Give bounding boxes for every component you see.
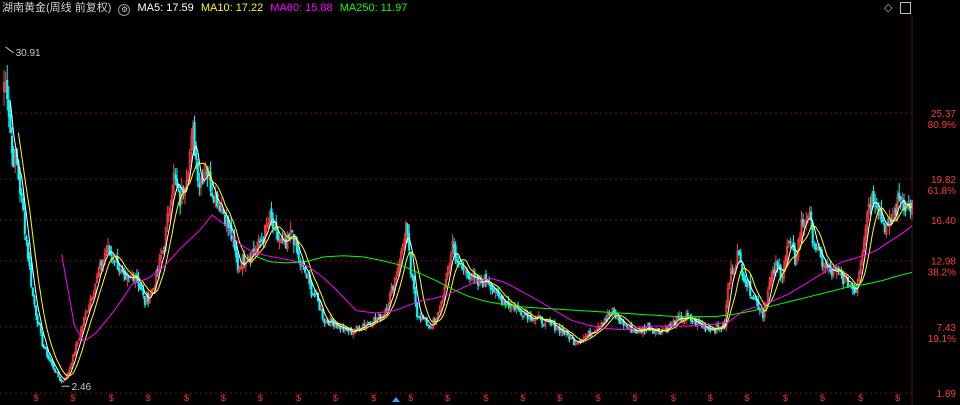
candle-body	[414, 290, 417, 304]
dividend-marker: $	[34, 393, 39, 403]
candle-body	[47, 355, 50, 359]
candle-body	[31, 287, 34, 296]
candle-body	[20, 193, 23, 196]
dividend-marker: $	[783, 393, 788, 403]
candle-body	[30, 264, 33, 287]
candle-body	[195, 152, 198, 160]
candle-body	[427, 324, 430, 327]
candle-body	[6, 80, 9, 100]
candle-body	[821, 256, 824, 267]
y-pct-label: 19.1%	[928, 334, 956, 345]
y-tick-label: 16.40	[931, 216, 956, 227]
y-tick-label: 25.37	[931, 109, 956, 120]
dividend-marker: $	[520, 393, 525, 403]
dividend-marker: $	[708, 393, 713, 403]
y-tick-label: 7.43	[937, 323, 957, 334]
dividend-marker: $	[671, 393, 676, 403]
candlestick-chart[interactable]: 25.3780.9%19.8261.8%16.4012.9838.2%7.431…	[0, 0, 960, 405]
event-marker	[392, 397, 400, 402]
annotation-pointer	[5, 46, 14, 54]
candle-body	[409, 252, 412, 275]
dividend-marker: $	[632, 393, 637, 403]
dividend-marker: $	[408, 393, 413, 403]
dividend-marker: $	[820, 393, 825, 403]
candle-body	[904, 208, 907, 212]
candle-body	[520, 311, 523, 316]
candle-body	[34, 305, 38, 316]
candle-body	[41, 333, 44, 347]
candle-body	[50, 360, 54, 365]
dividend-marker: $	[371, 393, 376, 403]
y-pct-label: 38.2%	[928, 268, 956, 279]
candle-body	[326, 320, 329, 323]
annotation-label: 2.46	[72, 382, 92, 393]
candle-body	[717, 325, 720, 327]
candle-body	[601, 322, 604, 325]
dividend-marker: $	[557, 393, 562, 403]
ma250-line	[256, 255, 913, 318]
dividend-marker: $	[745, 393, 750, 403]
y-tick-label: 19.82	[931, 175, 956, 186]
candle-body	[297, 251, 300, 259]
candle-body	[454, 245, 457, 261]
dividend-marker: $	[146, 393, 151, 403]
candle-body	[459, 262, 462, 265]
candle-body	[368, 321, 371, 324]
candle-body	[291, 230, 294, 232]
candle-body	[33, 295, 36, 305]
y-tick-label: 1.89	[937, 389, 957, 400]
candle-body	[310, 282, 313, 296]
candle-body	[209, 171, 212, 191]
dividend-marker: $	[333, 393, 338, 403]
candle-body	[276, 231, 279, 241]
candle-body	[304, 266, 307, 273]
dividend-marker: $	[895, 393, 900, 403]
candle-body	[416, 302, 419, 318]
candle-body	[605, 318, 608, 320]
candle-body	[110, 252, 113, 256]
y-pct-label: 61.8%	[928, 186, 956, 197]
candle-body	[875, 205, 878, 208]
candle-body	[758, 309, 761, 311]
dividend-marker: $	[184, 393, 189, 403]
dividend-marker: $	[484, 393, 489, 403]
candle-body	[175, 178, 179, 186]
dividend-marker: $	[445, 393, 450, 403]
annotation-label: 30.91	[16, 48, 41, 59]
dividend-marker: $	[258, 393, 263, 403]
candle-body	[625, 324, 628, 327]
ma5-line	[9, 102, 913, 381]
candle-body	[872, 191, 875, 204]
candle-body	[882, 219, 885, 222]
candle-body	[28, 256, 31, 267]
dividend-marker: $	[70, 393, 75, 403]
ma10-line	[17, 132, 913, 377]
candle-body	[7, 99, 10, 117]
candle-body	[412, 275, 416, 290]
candle-body	[211, 192, 214, 197]
dividend-marker: $	[109, 393, 114, 403]
dividend-marker: $	[221, 393, 226, 403]
candle-body	[22, 197, 25, 211]
candle-body	[789, 240, 792, 244]
candle-body	[270, 208, 273, 221]
candle-body	[9, 114, 12, 133]
y-tick-label: 12.98	[931, 257, 956, 268]
candle-body	[25, 236, 28, 241]
dividend-marker: $	[296, 393, 301, 403]
candle-body	[26, 242, 30, 259]
candle-body	[776, 261, 779, 266]
candle-body	[52, 364, 55, 370]
candle-body	[252, 248, 255, 252]
y-pct-label: 80.9%	[928, 120, 956, 131]
dividend-marker: $	[858, 393, 863, 403]
candle-body	[321, 309, 324, 319]
candle-body	[406, 223, 409, 235]
candle-body	[140, 288, 143, 291]
candle-body	[139, 284, 142, 289]
dividend-marker: $	[596, 393, 601, 403]
candle-body	[18, 176, 22, 194]
candle-body	[271, 218, 275, 229]
candle-body	[23, 211, 26, 235]
